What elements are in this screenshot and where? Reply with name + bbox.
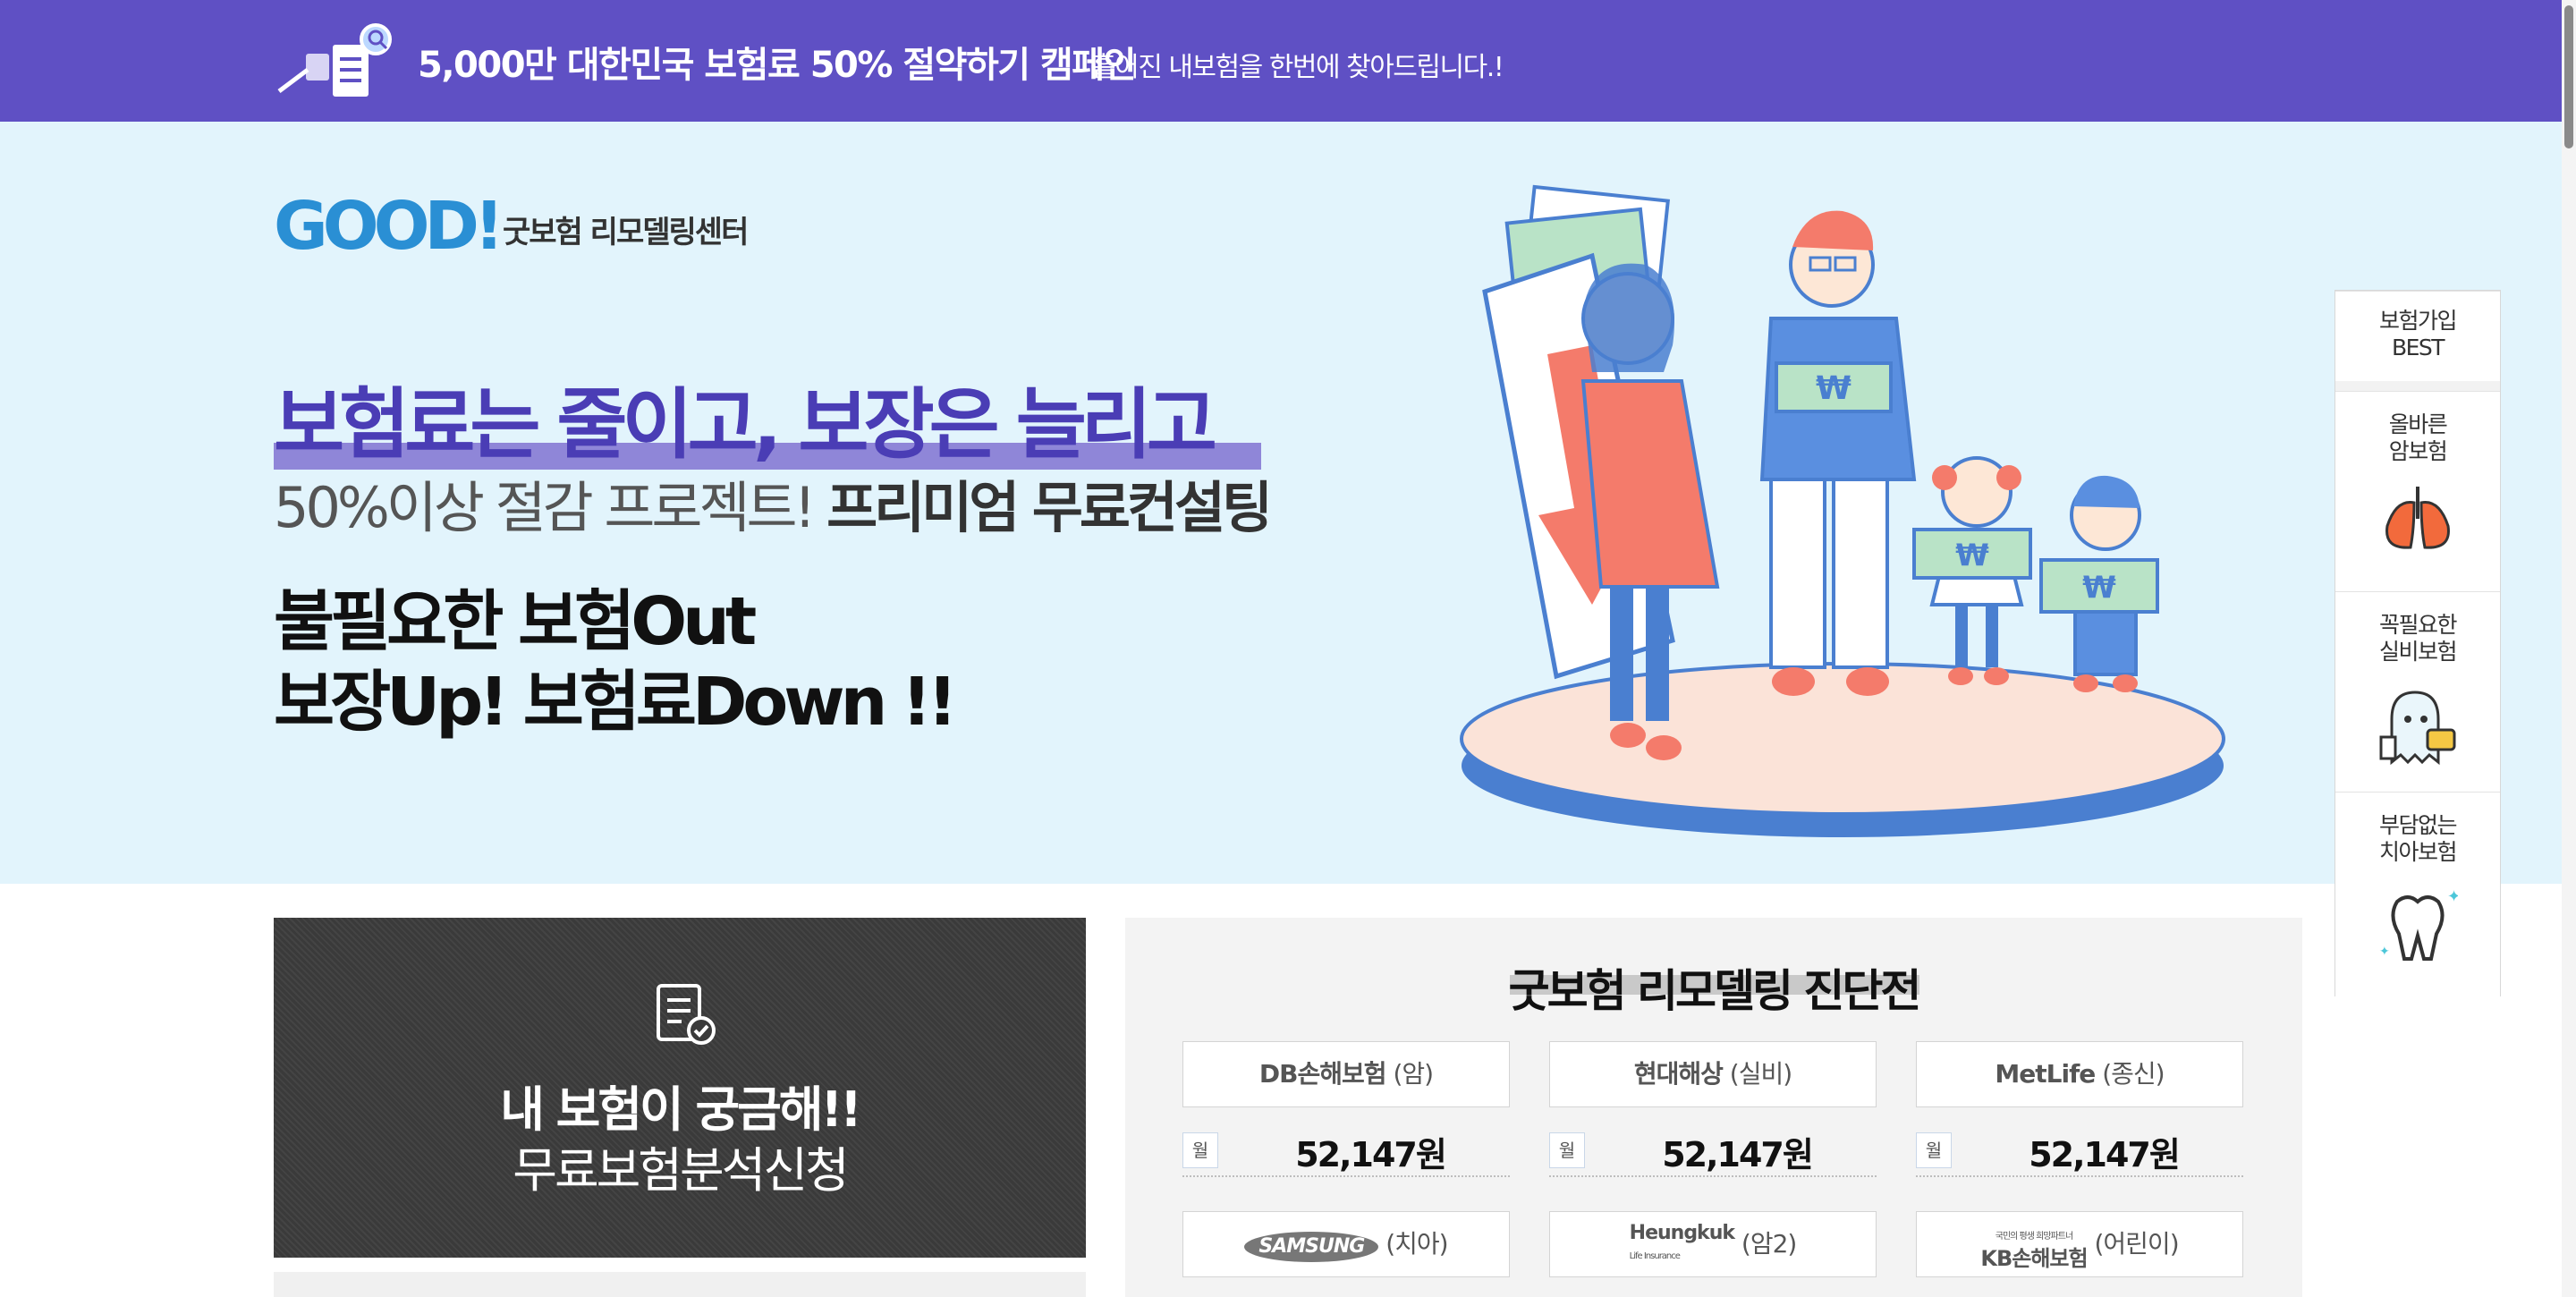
promo-secondary-card[interactable] <box>274 1272 1086 1297</box>
won-sign-man: ₩ <box>1816 370 1852 407</box>
insurer-card-samsung[interactable]: SAMSUNG (치아) <box>1182 1211 1510 1277</box>
won-sign-boy: ₩ <box>2082 570 2116 606</box>
hero-headline: 보험료는 줄이고, 보장은 늘리고 <box>274 380 1217 470</box>
svg-text:✦: ✦ <box>2447 887 2458 906</box>
heungkuk-logo-text: Heungkuk <box>1629 1222 1735 1244</box>
diagnosis-title: 굿보험 리모델링 진단전 <box>1508 965 1922 1017</box>
pitch-line-2: 보장Up! 보험료Down !! <box>274 664 958 741</box>
insurer-type: (암2) <box>1741 1229 1797 1259</box>
kb-insurance-logo: 국민의 평생 희망파트너 KB손해보험 <box>1980 1221 2088 1271</box>
brand-name: 굿보험 리모델링센터 <box>503 215 749 250</box>
subhead-bold: 프리미엄 무료컨설팅 <box>826 475 1273 540</box>
insurer-card-db[interactable]: DB손해보험 (암) <box>1182 1041 1510 1107</box>
insurer-card-kb[interactable]: 국민의 평생 희망파트너 KB손해보험 (어린이) <box>1916 1211 2243 1277</box>
campaign-subtitle: 흩어진 내보험을 한번에 찾아드립니다.! <box>1091 52 1504 83</box>
price-row: 월 52,147원 <box>1549 1123 1877 1177</box>
monthly-price: 52,147원 <box>2029 1135 2181 1174</box>
lungs-icon <box>2385 487 2450 549</box>
quick-item-best-label: 보험가입 BEST <box>2378 308 2458 360</box>
insurer-card-metlife[interactable]: MetLife (종신) <box>1916 1041 2243 1107</box>
quick-item-dental-label: 부담없는 치아보험 <box>2378 812 2458 865</box>
ghost-chat-icon <box>2379 691 2456 766</box>
logo-text: GOOD! <box>274 190 499 261</box>
monthly-price: 52,147원 <box>1295 1135 1447 1174</box>
month-badge: 월 <box>1182 1132 1218 1168</box>
insurer-card-hyundai[interactable]: 현대해상 (실비) <box>1549 1041 1877 1107</box>
db-insurance-logo: DB손해보험 <box>1258 1059 1387 1089</box>
price-row: 월 52,147원 <box>1916 1123 2243 1177</box>
promo-line-2: 무료보험분석신청 <box>513 1142 849 1199</box>
month-badge: 월 <box>1549 1132 1585 1168</box>
quick-item-best[interactable]: 보험가입 BEST <box>2335 291 2500 381</box>
page-scrollbar[interactable] <box>2562 0 2576 1297</box>
pitch-line-1: 불필요한 보험Out <box>274 583 757 660</box>
diagnosis-panel: 굿보험 리모델링 진단전 DB손해보험 (암) 현대해상 (실비) MetLif… <box>1125 918 2302 1297</box>
price-row: 월 52,147원 <box>1182 1123 1510 1177</box>
subhead-light: 50%이상 절감 프로젝트! <box>274 475 827 540</box>
monthly-price: 52,147원 <box>1662 1135 1814 1174</box>
campaign-banner[interactable]: 5,000만 대한민국 보험료 50% 절약하기 캠페인 흩어진 내보험을 한번… <box>0 0 2576 122</box>
insurer-type: (암) <box>1393 1059 1434 1089</box>
hero-subhead: 50%이상 절감 프로젝트! 프리미엄 무료컨설팅 <box>274 472 1273 544</box>
quick-item-medical-label: 꼭필요한 실비보험 <box>2378 612 2458 665</box>
quick-item-cancer-label: 올바른 암보험 <box>2388 411 2448 464</box>
kb-logo-text: KB손해보험 <box>1980 1246 2088 1271</box>
quick-item-dental[interactable]: 부담없는 치아보험 ✦ ✦ <box>2335 792 2500 996</box>
hero-headline-block: 보험료는 줄이고, 보장은 늘리고 <box>274 380 1261 470</box>
insurer-type: (실비) <box>1729 1059 1792 1089</box>
campaign-title[interactable]: 5,000만 대한민국 보험료 50% 절약하기 캠페인 <box>418 36 1136 88</box>
quick-item-medical[interactable]: 꼭필요한 실비보험 <box>2335 591 2500 793</box>
heungkuk-logo-sub: Life Insurance <box>1629 1251 1681 1261</box>
free-analysis-banner[interactable]: 내 보험이 궁금해!! 무료보험분석신청 <box>274 918 1086 1258</box>
family-illustration: ₩ ₩ ₩ <box>1460 184 2225 837</box>
document-check-icon <box>657 984 716 1045</box>
quick-menu: 보험가입 BEST 올바른 암보험 꼭필요한 실비보험 부담없는 치아보험 ✦ … <box>2334 290 2501 996</box>
document-search-icon <box>277 23 392 97</box>
insurer-type: (어린이) <box>2094 1229 2179 1259</box>
heungkuk-logo: Heungkuk Life Insurance <box>1629 1222 1735 1267</box>
insurer-type: (종신) <box>2102 1059 2165 1089</box>
hyundai-marine-logo: 현대해상 <box>1633 1059 1724 1089</box>
metlife-logo: MetLife <box>1995 1059 2096 1089</box>
scrollbar-thumb[interactable] <box>2564 5 2573 148</box>
svg-text:✦: ✦ <box>2379 945 2390 959</box>
tooth-icon: ✦ ✦ <box>2379 887 2458 961</box>
won-sign-girl: ₩ <box>1955 538 1989 573</box>
kb-logo-sub: 국민의 평생 희망파트너 <box>1995 1232 2073 1242</box>
insurer-card-heungkuk[interactable]: Heungkuk Life Insurance (암2) <box>1549 1211 1877 1277</box>
month-badge: 월 <box>1916 1132 1952 1168</box>
insurer-type: (치아) <box>1385 1229 1448 1259</box>
quick-item-cancer[interactable]: 올바른 암보험 <box>2335 391 2500 592</box>
hero-pitch: 불필요한 보험Out 보장Up! 보험료Down !! <box>274 581 958 742</box>
samsung-logo: SAMSUNG <box>1244 1232 1379 1262</box>
